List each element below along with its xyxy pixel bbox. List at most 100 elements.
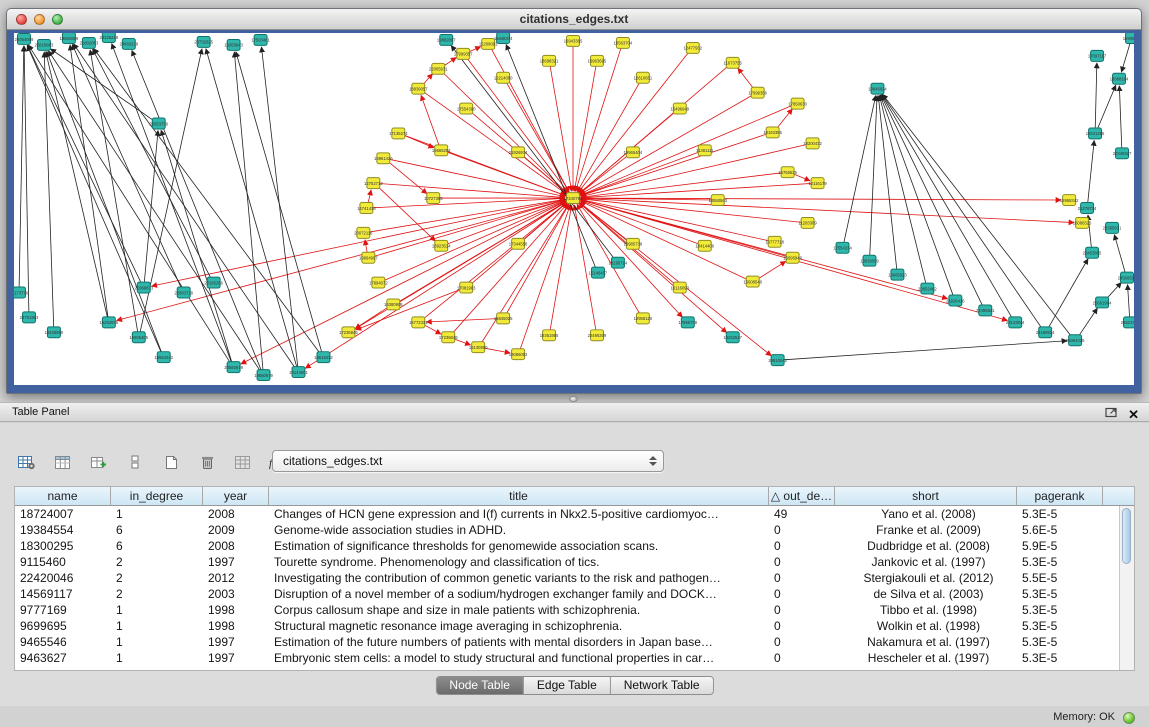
table-cell[interactable]: Tibbo et al. (1998) bbox=[835, 602, 1017, 618]
table-cell[interactable]: Franke et al. (2009) bbox=[835, 522, 1017, 538]
graph-edge[interactable] bbox=[421, 95, 439, 145]
column-header-pagerank[interactable]: pagerank bbox=[1017, 487, 1103, 506]
table-cell[interactable]: 0 bbox=[769, 554, 835, 570]
graph-edge[interactable] bbox=[577, 82, 640, 192]
delete-table-icon[interactable] bbox=[194, 451, 220, 473]
table-cell[interactable]: 5.3E-5 bbox=[1017, 506, 1103, 522]
table-cell[interactable]: 49 bbox=[769, 506, 835, 522]
table-cell[interactable]: 0 bbox=[769, 538, 835, 554]
show-columns-icon[interactable] bbox=[50, 451, 76, 473]
table-cell[interactable]: 22420046 bbox=[15, 570, 111, 586]
graph-edge[interactable] bbox=[577, 204, 640, 314]
graph-edge[interactable] bbox=[581, 152, 700, 196]
graph-edge[interactable] bbox=[581, 144, 807, 196]
table-mode-icon[interactable] bbox=[14, 451, 40, 473]
import-table-icon[interactable] bbox=[230, 451, 256, 473]
table-cell[interactable]: 2 bbox=[111, 570, 203, 586]
table-cell[interactable]: 0 bbox=[769, 634, 835, 650]
table-cell[interactable]: 2012 bbox=[203, 570, 269, 586]
graph-edge[interactable] bbox=[423, 92, 566, 194]
graph-edge[interactable] bbox=[882, 95, 1013, 318]
graph-edge[interactable] bbox=[404, 135, 434, 148]
graph-edge[interactable] bbox=[206, 49, 297, 368]
table-row[interactable]: 1456911722003Disruption of a novel membe… bbox=[15, 586, 1119, 602]
table-cell[interactable]: 2 bbox=[111, 554, 203, 570]
graph-edge[interactable] bbox=[72, 44, 181, 288]
graph-edge[interactable] bbox=[354, 202, 567, 330]
graph-edge[interactable] bbox=[161, 130, 232, 362]
table-row[interactable]: 946362711997Embryonic stem cells: a mode… bbox=[15, 650, 1119, 666]
table-cell[interactable]: 5.3E-5 bbox=[1017, 634, 1103, 650]
table-cell[interactable]: 5.3E-5 bbox=[1017, 554, 1103, 570]
table-cell[interactable]: 0 bbox=[769, 586, 835, 602]
table-cell[interactable]: Changes of HCN gene expression and I(f) … bbox=[269, 506, 769, 522]
graph-edge[interactable] bbox=[47, 51, 162, 352]
close-window-button[interactable] bbox=[16, 14, 27, 25]
table-cell[interactable]: Estimation of the future numbers of pati… bbox=[269, 634, 769, 650]
graph-edge[interactable] bbox=[581, 183, 812, 197]
graph-edge[interactable] bbox=[1088, 140, 1095, 203]
graph-edge[interactable] bbox=[368, 190, 371, 203]
graph-edge[interactable] bbox=[443, 57, 456, 66]
graph-edge[interactable] bbox=[578, 201, 772, 356]
table-cell[interactable]: 1997 bbox=[203, 650, 269, 666]
scrollbar-thumb[interactable] bbox=[1122, 508, 1131, 564]
table-cell[interactable]: 9115460 bbox=[15, 554, 111, 570]
graph-edge[interactable] bbox=[879, 95, 926, 283]
graph-edge[interactable] bbox=[580, 106, 792, 196]
graph-edge[interactable] bbox=[581, 199, 802, 223]
table-cell[interactable]: 1 bbox=[111, 618, 203, 634]
graph-edge[interactable] bbox=[481, 204, 568, 343]
table-row[interactable]: 969969511998Structural magnetic resonanc… bbox=[15, 618, 1119, 634]
graph-edge[interactable] bbox=[1106, 283, 1121, 299]
table-cell[interactable]: 9463627 bbox=[15, 650, 111, 666]
table-selector-dropdown[interactable]: citations_edges.txt bbox=[272, 450, 664, 472]
graph-edge[interactable] bbox=[758, 261, 786, 279]
table-cell[interactable]: 1997 bbox=[203, 554, 269, 570]
table-row[interactable]: 2242004622012Investigating the contribut… bbox=[15, 570, 1119, 586]
table-cell[interactable]: 1998 bbox=[203, 618, 269, 634]
graph-edge[interactable] bbox=[880, 95, 953, 296]
table-cell[interactable]: Structural magnetic resonance image aver… bbox=[269, 618, 769, 634]
table-cell[interactable]: Corpus callosum shape and size in male p… bbox=[269, 602, 769, 618]
graph-edge[interactable] bbox=[234, 52, 263, 370]
table-cell[interactable]: Wolkin et al. (1998) bbox=[835, 618, 1017, 634]
graph-edge[interactable] bbox=[261, 47, 297, 367]
table-cell[interactable]: Yano et al. (2008) bbox=[835, 506, 1017, 522]
table-cell[interactable]: Nakamura et al. (1997) bbox=[835, 634, 1017, 650]
graph-edge[interactable] bbox=[550, 205, 572, 330]
graph-edge[interactable] bbox=[581, 200, 769, 241]
minimize-window-button[interactable] bbox=[34, 14, 45, 25]
graph-edge[interactable] bbox=[355, 307, 388, 329]
table-cell[interactable]: 19384554 bbox=[15, 522, 111, 538]
table-cell[interactable]: 0 bbox=[769, 522, 835, 538]
graph-edge[interactable] bbox=[424, 325, 441, 335]
table-row[interactable]: 1830029562008Estimation of significance … bbox=[15, 538, 1119, 554]
graph-edge[interactable] bbox=[24, 46, 29, 312]
graph-edge[interactable] bbox=[577, 202, 682, 318]
graph-edge[interactable] bbox=[305, 201, 568, 369]
graph-edge[interactable] bbox=[491, 48, 569, 192]
table-cell[interactable]: Tourette syndrome. Phenomenology and cla… bbox=[269, 554, 769, 570]
table-cell[interactable]: 6 bbox=[111, 522, 203, 538]
table-row[interactable]: 1872400712008Changes of HCN gene express… bbox=[15, 506, 1119, 522]
table-row[interactable]: 977716911998Corpus callosum shape and si… bbox=[15, 602, 1119, 618]
graph-edge[interactable] bbox=[1119, 86, 1121, 149]
tab-network-table[interactable]: Network Table bbox=[611, 677, 713, 694]
table-cell[interactable]: de Silva et al. (2003) bbox=[835, 586, 1017, 602]
table-cell[interactable]: 1998 bbox=[203, 602, 269, 618]
graph-edge[interactable] bbox=[93, 49, 211, 278]
table-row[interactable]: 911546021997Tourette syndrome. Phenomeno… bbox=[15, 554, 1119, 570]
graph-edge[interactable] bbox=[365, 240, 367, 253]
graph-edge[interactable] bbox=[1048, 259, 1088, 328]
graph-edge[interactable] bbox=[784, 341, 1068, 360]
row-tools-icon[interactable] bbox=[122, 451, 148, 473]
table-cell[interactable]: 2 bbox=[111, 586, 203, 602]
table-cell[interactable]: 9465546 bbox=[15, 634, 111, 650]
table-row[interactable]: 946554611997Estimation of the future num… bbox=[15, 634, 1119, 650]
zoom-window-button[interactable] bbox=[52, 14, 63, 25]
graph-edge[interactable] bbox=[1095, 63, 1097, 129]
graph-edge[interactable] bbox=[426, 319, 497, 322]
graph-edge[interactable] bbox=[1079, 308, 1098, 336]
table-row[interactable]: 1938455462009Genome-wide association stu… bbox=[15, 522, 1119, 538]
